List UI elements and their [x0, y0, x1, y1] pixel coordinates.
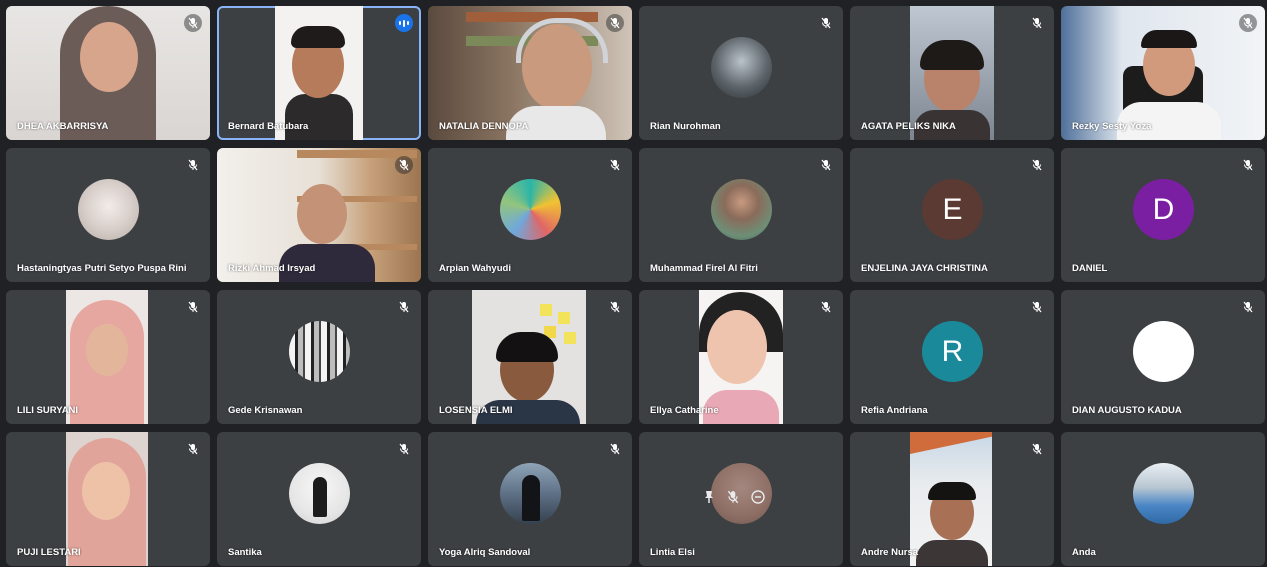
mic-off-icon: [1028, 298, 1046, 316]
participant-name: Hastaningtyas Putri Setyo Puspa Rini: [17, 263, 187, 274]
participant-avatar: [78, 179, 139, 240]
participant-name: LILI SURYANI: [17, 405, 79, 416]
participant-name: Rezky Sesty Yoza: [1072, 121, 1152, 132]
pin-icon[interactable]: [703, 490, 715, 509]
participant-tile[interactable]: Gede Krisnawan: [217, 290, 421, 424]
participant-tile[interactable]: R Refia Andriana: [850, 290, 1054, 424]
participant-video: [910, 432, 992, 566]
participant-avatar: [1133, 463, 1194, 524]
participant-tile-active-speaker[interactable]: Bernard Batubara: [217, 6, 421, 140]
participant-video: [6, 6, 210, 140]
mic-off-icon: [184, 156, 202, 174]
participant-tile[interactable]: D DANIEL: [1061, 148, 1265, 282]
participant-name: Arpian Wahyudi: [439, 263, 511, 274]
mic-off-icon[interactable]: [727, 490, 739, 509]
participant-video: [428, 6, 632, 140]
mic-off-icon: [606, 14, 624, 32]
remove-icon[interactable]: [751, 490, 765, 509]
participant-tile[interactable]: Rizki Ahmad Irsyad: [217, 148, 421, 282]
participant-avatar: [711, 37, 772, 98]
participant-video: [275, 6, 363, 140]
participant-tile[interactable]: Hastaningtyas Putri Setyo Puspa Rini: [6, 148, 210, 282]
participant-tile[interactable]: Muhammad Firel Al Fitri: [639, 148, 843, 282]
participant-name: Santika: [228, 547, 262, 558]
participant-name: DHEA AKBARRISYA: [17, 121, 109, 132]
participant-name: Bernard Batubara: [228, 121, 309, 132]
participant-name: AGATA PELIKS NIKA: [861, 121, 956, 132]
participant-name: PUJI LESTARI: [17, 547, 81, 558]
mic-off-icon: [184, 440, 202, 458]
participant-avatar: [1133, 321, 1194, 382]
participant-tile[interactable]: PUJI LESTARI: [6, 432, 210, 566]
participant-tile[interactable]: NATALIA DENNOPA: [428, 6, 632, 140]
participant-tile[interactable]: AGATA PELIKS NIKA: [850, 6, 1054, 140]
participant-avatar: [289, 463, 350, 524]
participant-tile[interactable]: DIAN AUGUSTO KADUA: [1061, 290, 1265, 424]
mic-off-icon: [1239, 298, 1257, 316]
participant-tile[interactable]: Yoga Alriq Sandoval: [428, 432, 632, 566]
mic-off-icon: [395, 156, 413, 174]
mic-off-icon: [606, 156, 624, 174]
mic-off-icon: [395, 298, 413, 316]
participant-name: NATALIA DENNOPA: [439, 121, 529, 132]
participant-name: Yoga Alriq Sandoval: [439, 547, 531, 558]
participant-tile[interactable]: Arpian Wahyudi: [428, 148, 632, 282]
participant-name: Ellya Catharine: [650, 405, 719, 416]
participant-video: [217, 148, 421, 282]
participant-name: DANIEL: [1072, 263, 1108, 274]
participant-tile[interactable]: Ellya Catharine: [639, 290, 843, 424]
participant-grid: DHEA AKBARRISYA Bernard Batubara NATALIA…: [0, 0, 1267, 567]
participant-avatar: [289, 321, 350, 382]
participant-avatar-initial: E: [922, 179, 983, 240]
mic-off-icon: [184, 298, 202, 316]
mic-off-icon: [1239, 14, 1257, 32]
mic-off-icon: [184, 14, 202, 32]
participant-tile[interactable]: DHEA AKBARRISYA: [6, 6, 210, 140]
mic-off-icon: [606, 440, 624, 458]
participant-name: Lintia Elsi: [650, 547, 695, 558]
participant-name: DIAN AUGUSTO KADUA: [1072, 405, 1182, 416]
participant-tile[interactable]: Santika: [217, 432, 421, 566]
participant-video: [699, 290, 783, 424]
participant-tile-hovered[interactable]: Lintia Elsi: [639, 432, 843, 566]
participant-tile[interactable]: LILI SURYANI: [6, 290, 210, 424]
mic-off-icon: [817, 298, 835, 316]
participant-avatar: [500, 463, 561, 524]
participant-tile[interactable]: E ENJELINA JAYA CHRISTINA: [850, 148, 1054, 282]
participant-name: Gede Krisnawan: [228, 405, 303, 416]
participant-video: [910, 6, 994, 140]
participant-name: Anda: [1072, 547, 1096, 558]
participant-name: Refia Andriana: [861, 405, 928, 416]
participant-video: [1061, 6, 1265, 140]
participant-video: [66, 290, 148, 424]
participant-video: [472, 290, 586, 424]
participant-avatar-initial: D: [1133, 179, 1194, 240]
participant-tile-self[interactable]: Anda: [1061, 432, 1265, 566]
mic-off-icon: [395, 440, 413, 458]
mic-off-icon: [606, 298, 624, 316]
participant-tile[interactable]: Rian Nurohman: [639, 6, 843, 140]
participant-name: Andre Nursa: [861, 547, 919, 558]
participant-name: Rian Nurohman: [650, 121, 721, 132]
participant-tile[interactable]: Rezky Sesty Yoza: [1061, 6, 1265, 140]
mic-off-icon: [1028, 440, 1046, 458]
tile-hover-controls: [703, 490, 765, 509]
mic-off-icon: [817, 14, 835, 32]
participant-video: [66, 432, 148, 566]
mic-off-icon: [1028, 14, 1046, 32]
participant-tile[interactable]: Andre Nursa: [850, 432, 1054, 566]
participant-tile[interactable]: LOSENSIA ELMI: [428, 290, 632, 424]
speaking-indicator-icon: [395, 14, 413, 32]
participant-avatar-initial: R: [922, 321, 983, 382]
participant-name: ENJELINA JAYA CHRISTINA: [861, 263, 988, 274]
participant-name: Muhammad Firel Al Fitri: [650, 263, 758, 274]
participant-name: Rizki Ahmad Irsyad: [228, 263, 316, 274]
mic-off-icon: [817, 156, 835, 174]
mic-off-icon: [1028, 156, 1046, 174]
mic-off-icon: [1239, 156, 1257, 174]
participant-avatar: [711, 179, 772, 240]
participant-avatar: [500, 179, 561, 240]
participant-name: LOSENSIA ELMI: [439, 405, 513, 416]
